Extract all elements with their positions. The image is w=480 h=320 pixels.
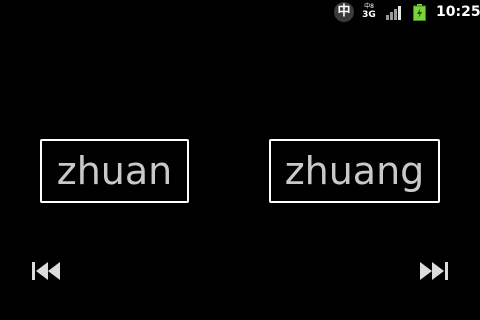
battery-charging-icon	[413, 4, 426, 21]
pinyin-option-right-label: zhuang	[284, 149, 425, 193]
previous-button[interactable]	[29, 258, 63, 284]
skip-next-icon	[420, 262, 448, 280]
status-clock: 10:25	[436, 4, 480, 20]
pinyin-option-left[interactable]: zhuan	[40, 139, 189, 203]
app-screen: 中 中8 3G 10:25 zhuan zhuang	[0, 0, 480, 320]
signal-bars-icon	[386, 6, 401, 20]
next-button[interactable]	[417, 258, 451, 284]
pinyin-option-left-label: zhuan	[56, 149, 173, 193]
skip-previous-icon	[32, 262, 60, 280]
status-bar: 中 中8 3G 10:25	[0, 0, 480, 25]
network-type-icon: 中8 3G	[362, 4, 376, 22]
input-method-icon: 中	[334, 2, 354, 22]
pinyin-option-right[interactable]: zhuang	[269, 139, 440, 203]
network-type-label: 3G	[362, 10, 376, 20]
